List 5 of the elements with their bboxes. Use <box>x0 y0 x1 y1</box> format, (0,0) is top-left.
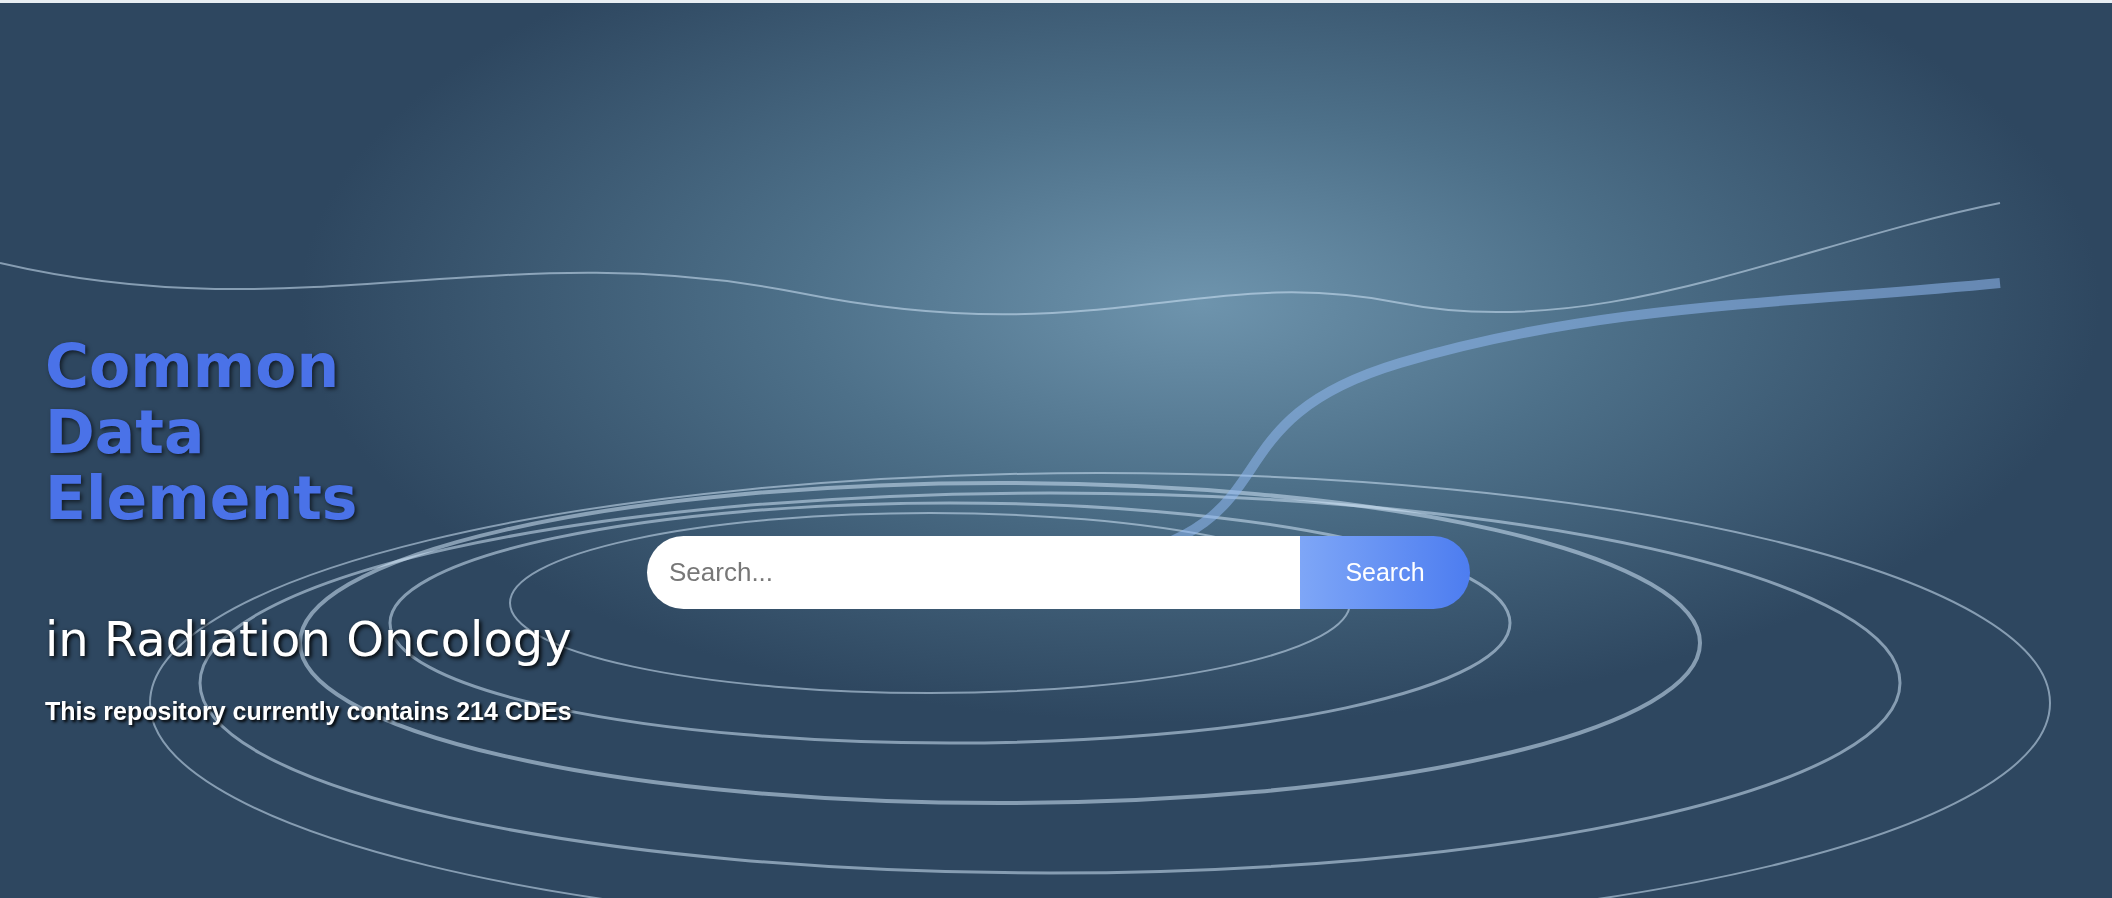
search-field[interactable]: Search... <box>647 536 1300 609</box>
hero-subtitle: in Radiation Oncology <box>45 610 573 669</box>
repository-summary: This repository currently contains 214 CDEs <box>45 696 573 727</box>
hero-title: Common Data Elements <box>45 333 359 531</box>
search-button[interactable]: Search <box>1300 536 1470 609</box>
